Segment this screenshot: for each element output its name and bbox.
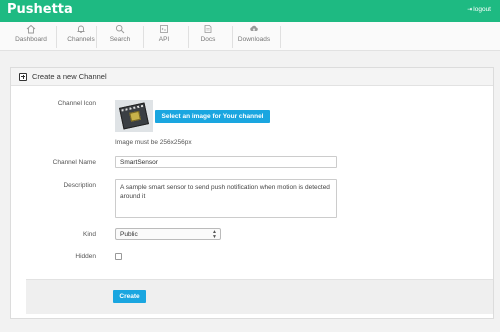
form-actions: Create bbox=[26, 279, 493, 314]
channel-name-label: Channel Name bbox=[52, 159, 96, 166]
select-image-button[interactable]: Select an image for Your channel bbox=[155, 110, 270, 123]
channel-icon-preview bbox=[115, 100, 153, 132]
circuit-board-image bbox=[118, 102, 150, 130]
description-label: Description bbox=[63, 182, 96, 189]
logout-link[interactable]: ⇥ logout bbox=[467, 6, 491, 13]
cloud-download-icon bbox=[250, 25, 258, 31]
nav-label-channels: Channels bbox=[67, 36, 95, 43]
logout-label: logout bbox=[473, 6, 491, 13]
panel-header: Create a new Channel bbox=[11, 68, 493, 86]
channel-icon-label: Channel Icon bbox=[57, 100, 96, 107]
nav-item-search[interactable]: Search bbox=[96, 24, 144, 49]
image-size-hint: Image must be 256x256px bbox=[115, 139, 192, 146]
select-arrows-icon: ▲ ▼ bbox=[212, 229, 217, 240]
kind-select[interactable]: Public ▲ ▼ bbox=[115, 228, 221, 240]
nav-label-downloads: Downloads bbox=[237, 36, 271, 43]
nav-item-downloads[interactable]: Downloads bbox=[230, 24, 278, 49]
home-icon bbox=[26, 24, 36, 34]
logout-arrow-icon: ⇥ bbox=[467, 7, 473, 13]
plus-square-icon bbox=[19, 72, 27, 81]
kind-label: Kind bbox=[82, 231, 96, 238]
bell-icon bbox=[77, 25, 85, 34]
search-icon bbox=[115, 24, 125, 34]
kind-selected-value: Public bbox=[120, 231, 138, 238]
top-bar: Pushetta ⇥ logout bbox=[0, 0, 500, 22]
nav-item-dashboard[interactable]: Dashboard bbox=[7, 24, 55, 49]
panel-title: Create a new Channel bbox=[32, 72, 107, 81]
nav-item-api[interactable]: API bbox=[140, 24, 188, 49]
hidden-checkbox[interactable] bbox=[115, 253, 122, 260]
nav-label-api: API bbox=[158, 36, 170, 43]
nav-label-search: Search bbox=[109, 36, 131, 43]
channel-name-input[interactable]: SmartSensor bbox=[115, 156, 337, 168]
nav-divider bbox=[280, 26, 281, 48]
nav-label-dashboard: Dashboard bbox=[15, 36, 47, 43]
brand-logo[interactable]: Pushetta bbox=[7, 2, 73, 17]
hidden-label: Hidden bbox=[75, 253, 96, 260]
code-icon bbox=[160, 25, 168, 33]
nav-label-docs: Docs bbox=[200, 36, 216, 43]
nav-item-docs[interactable]: Docs bbox=[184, 24, 232, 49]
create-button[interactable]: Create bbox=[113, 290, 146, 303]
docs-icon bbox=[204, 25, 212, 33]
main-nav: Dashboard Channels Search API Docs Downl… bbox=[0, 22, 500, 51]
create-channel-panel: Create a new Channel Channel Icon Select… bbox=[10, 67, 494, 319]
description-textarea[interactable]: A sample smart sensor to send push notif… bbox=[115, 179, 337, 218]
